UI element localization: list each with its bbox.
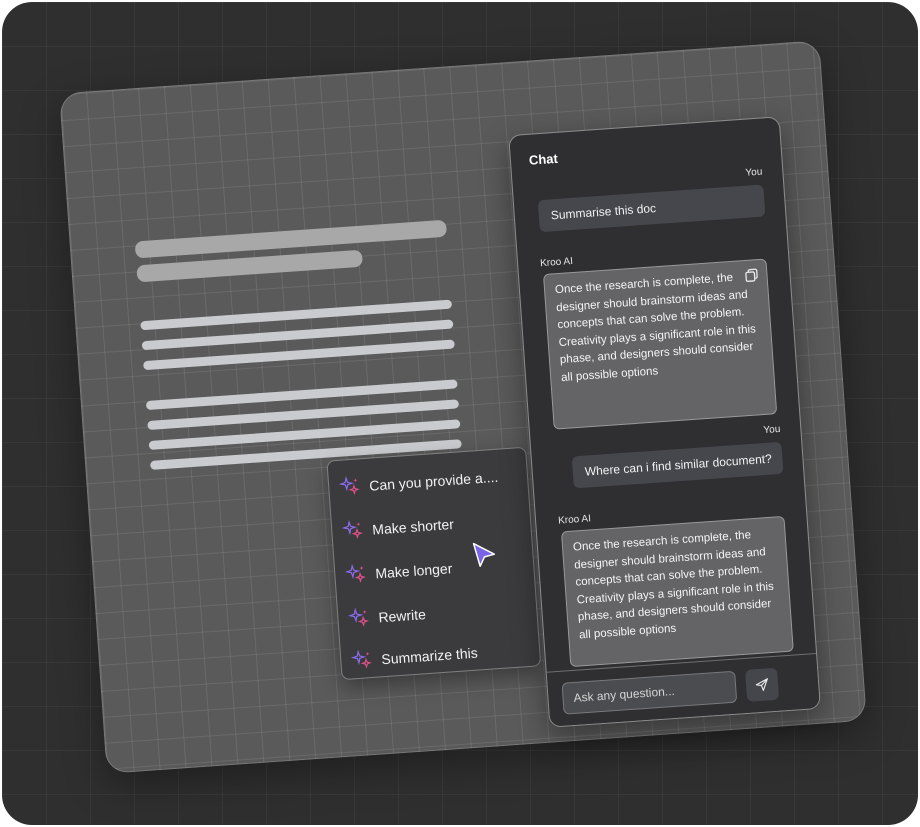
suggestion-item[interactable]: Summarize this bbox=[350, 642, 479, 673]
sparkle-icon bbox=[338, 475, 362, 498]
message-sender: You bbox=[745, 166, 763, 179]
sparkle-icon bbox=[347, 607, 371, 630]
message-sender: Kroo AI bbox=[557, 513, 592, 527]
sparkle-icon bbox=[344, 563, 368, 586]
message-sender: You bbox=[763, 423, 781, 437]
doc-heading-line bbox=[134, 219, 448, 259]
document-board: Can you provide a.... Make shorter Make … bbox=[59, 40, 867, 774]
suggestion-label: Rewrite bbox=[377, 606, 427, 626]
pointer-cursor-icon bbox=[470, 539, 498, 571]
chat-title: Chat bbox=[528, 150, 559, 168]
ask-input[interactable] bbox=[561, 670, 738, 715]
ai-message: Once the research is complete, the desig… bbox=[560, 515, 794, 668]
user-message: Summarise this doc bbox=[537, 184, 766, 233]
suggestion-label: Make longer bbox=[374, 560, 453, 582]
ai-suggestions-menu: Can you provide a.... Make shorter Make … bbox=[326, 446, 542, 681]
message-sender: Kroo AI bbox=[539, 255, 574, 270]
suggestion-label: Make shorter bbox=[371, 515, 455, 538]
suggestion-label: Can you provide a.... bbox=[368, 468, 499, 494]
user-message: Where can i find similar document? bbox=[571, 441, 784, 489]
ai-message-text: Once the research is complete, the desig… bbox=[572, 529, 775, 641]
send-button[interactable] bbox=[745, 667, 780, 702]
suggestion-item[interactable]: Rewrite bbox=[347, 603, 427, 630]
suggestion-item[interactable]: Make longer bbox=[344, 557, 453, 586]
suggestion-item[interactable]: Make shorter bbox=[341, 513, 455, 543]
send-icon bbox=[755, 678, 768, 691]
chat-panel: Chat You Summarise this doc Kroo AI Once… bbox=[508, 116, 821, 728]
sparkle-icon bbox=[341, 519, 365, 542]
sparkle-icon bbox=[350, 649, 374, 672]
canvas-background: Can you provide a.... Make shorter Make … bbox=[2, 2, 918, 825]
ai-message-text: Once the research is complete, the desig… bbox=[554, 271, 757, 384]
suggestion-label: Summarize this bbox=[380, 644, 479, 668]
ai-message: Once the research is complete, the desig… bbox=[542, 258, 778, 430]
copy-icon[interactable] bbox=[744, 268, 759, 283]
suggestion-item[interactable]: Can you provide a.... bbox=[338, 466, 499, 499]
